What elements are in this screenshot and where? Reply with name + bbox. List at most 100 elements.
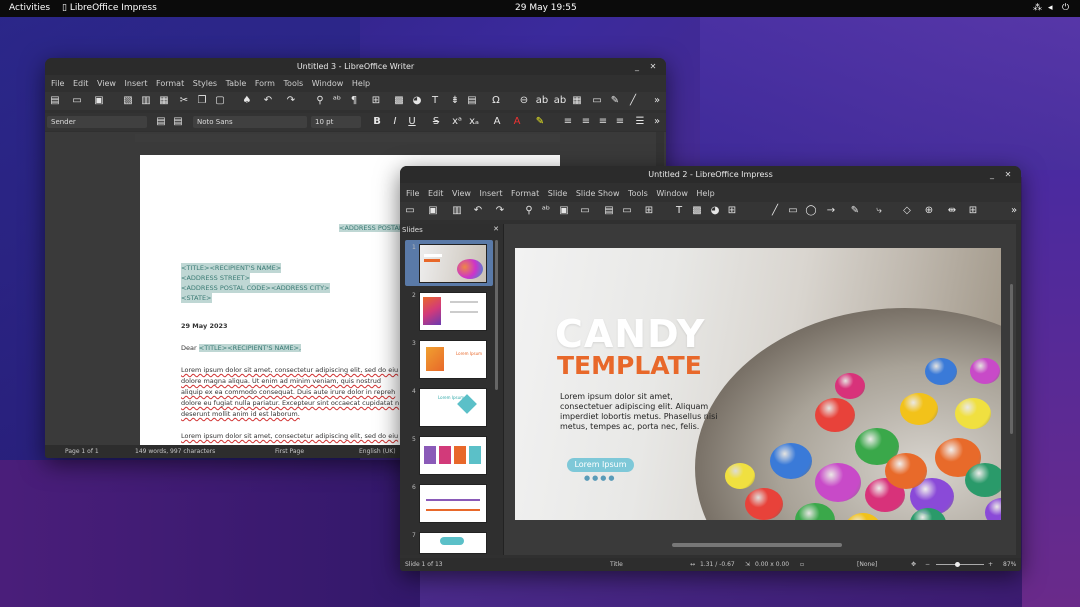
find-replace-icon[interactable]: ⚲ xyxy=(313,94,327,108)
new-document-icon[interactable]: ▤ xyxy=(48,94,62,108)
master-slide-icon[interactable]: ▤ xyxy=(602,204,616,218)
page-break-icon[interactable]: ⇟ xyxy=(448,94,462,108)
slide-thumb-2[interactable] xyxy=(419,292,487,331)
flip-icon[interactable]: ⇹ xyxy=(945,204,959,218)
clone-formatting-icon[interactable]: ♠ xyxy=(240,94,254,108)
page-style[interactable]: First Page xyxy=(275,448,304,455)
start-slideshow-icon[interactable]: ▣ xyxy=(557,204,571,218)
font-size-box[interactable]: 10 pt xyxy=(311,116,361,128)
connector-icon[interactable]: ⤷ xyxy=(872,204,886,218)
comment-icon[interactable]: ▭ xyxy=(590,94,604,108)
copy-icon[interactable]: ❐ xyxy=(195,94,209,108)
zoom-level[interactable]: 87% xyxy=(1003,561,1016,568)
menu-help[interactable]: Help xyxy=(352,77,370,91)
menu-window[interactable]: Window xyxy=(312,77,344,91)
redo-icon[interactable]: ↷ xyxy=(493,204,507,218)
insert-textbox-icon[interactable]: T xyxy=(428,94,442,108)
textbox-icon[interactable]: T xyxy=(672,204,686,218)
app-menu[interactable]: ▯ LibreOffice Impress xyxy=(62,3,157,13)
curve-icon[interactable]: ✎ xyxy=(848,204,862,218)
horizontal-scrollbar[interactable] xyxy=(672,543,842,547)
menu-insert[interactable]: Insert xyxy=(480,187,503,201)
save-icon[interactable]: ▣ xyxy=(92,94,106,108)
zoom-slider[interactable] xyxy=(936,564,984,565)
close-button[interactable]: ✕ xyxy=(646,58,660,75)
menu-tools[interactable]: Tools xyxy=(628,187,648,201)
menu-window[interactable]: Window xyxy=(656,187,688,201)
export-pdf-icon[interactable]: ▧ xyxy=(121,94,135,108)
menu-view[interactable]: View xyxy=(452,187,471,201)
zoom-out-icon[interactable]: − xyxy=(925,561,930,568)
arrow-icon[interactable]: → xyxy=(824,204,838,218)
print-icon[interactable]: ▥ xyxy=(139,94,153,108)
volume-icon[interactable]: ◂ xyxy=(1048,3,1053,13)
menu-form[interactable]: Form xyxy=(255,77,275,91)
table-icon[interactable]: ⊞ xyxy=(642,204,656,218)
insert-image-icon[interactable]: ▩ xyxy=(392,94,406,108)
list-icon[interactable]: ☰ xyxy=(633,115,647,129)
clear-formatting-icon[interactable]: A xyxy=(490,115,504,129)
comment-icon[interactable]: ▭ xyxy=(620,204,634,218)
more-icon[interactable]: » xyxy=(650,115,664,129)
special-character-icon[interactable]: Ω xyxy=(489,94,503,108)
formatting-marks-icon[interactable]: ¶ xyxy=(347,94,361,108)
open-icon[interactable]: ▭ xyxy=(403,204,417,218)
justify-icon[interactable]: ≡ xyxy=(613,115,627,129)
spelling-icon[interactable]: ᵃᵇ xyxy=(330,94,344,108)
highlight-icon[interactable]: ✎ xyxy=(533,115,547,129)
display-views-icon[interactable]: ▭ xyxy=(578,204,592,218)
menu-format[interactable]: Format xyxy=(156,77,184,91)
font-name-box[interactable]: Noto Sans xyxy=(193,116,307,128)
menu-view[interactable]: View xyxy=(97,77,116,91)
find-icon[interactable]: ⚲ xyxy=(522,204,536,218)
strikethrough-icon[interactable]: S xyxy=(429,115,443,129)
update-style-icon[interactable]: ▤ xyxy=(154,115,168,129)
slide-count[interactable]: Slide 1 of 13 xyxy=(405,561,443,568)
insert-table-icon[interactable]: ⊞ xyxy=(725,204,739,218)
bold-icon[interactable]: B xyxy=(370,115,384,129)
print-icon[interactable]: ▥ xyxy=(450,204,464,218)
slide-thumb-5[interactable] xyxy=(419,436,487,475)
hyperlink-icon[interactable]: ⊖ xyxy=(517,94,531,108)
spelling-icon[interactable]: ᵃᵇ xyxy=(539,204,553,218)
slides-scrollbar[interactable] xyxy=(495,240,498,390)
writer-titlebar[interactable]: Untitled 3 - LibreOffice Writer xyxy=(45,58,666,75)
slide-layout[interactable]: Title xyxy=(610,561,623,568)
slide-thumb-1[interactable] xyxy=(419,244,487,283)
cut-icon[interactable]: ✂ xyxy=(177,94,191,108)
undo-icon[interactable]: ↶ xyxy=(261,94,275,108)
menu-styles[interactable]: Styles xyxy=(193,77,217,91)
symbol-shapes-icon[interactable]: ⊕ xyxy=(922,204,936,218)
font-color-icon[interactable]: A xyxy=(510,115,524,129)
bookmark-icon[interactable]: ab xyxy=(553,94,567,108)
ellipse-icon[interactable]: ◯ xyxy=(804,204,818,218)
impress-titlebar[interactable]: Untitled 2 - LibreOffice Impress xyxy=(400,166,1021,183)
align-center-icon[interactable]: ≡ xyxy=(579,115,593,129)
menu-edit[interactable]: Edit xyxy=(428,187,444,201)
slide-thumb-6[interactable] xyxy=(419,484,487,523)
redo-icon[interactable]: ↷ xyxy=(284,94,298,108)
menu-tools[interactable]: Tools xyxy=(284,77,304,91)
insert-line-icon[interactable]: ╱ xyxy=(626,94,640,108)
clock[interactable]: 29 May 19:55 xyxy=(515,3,577,13)
menu-table[interactable]: Table xyxy=(226,77,247,91)
paragraph-style-box[interactable]: Sender xyxy=(47,116,147,128)
italic-icon[interactable]: I xyxy=(388,115,402,129)
network-icon[interactable]: ⁂ xyxy=(1033,3,1042,13)
menu-file[interactable]: File xyxy=(51,77,64,91)
horizontal-ruler[interactable] xyxy=(135,134,560,142)
superscript-icon[interactable]: xᵃ xyxy=(450,115,464,129)
rectangle-icon[interactable]: ▭ xyxy=(786,204,800,218)
image-icon[interactable]: ▩ xyxy=(690,204,704,218)
minimize-button[interactable]: _ xyxy=(630,58,644,75)
menu-format[interactable]: Format xyxy=(511,187,539,201)
open-icon[interactable]: ▭ xyxy=(70,94,84,108)
insert-table-icon[interactable]: ⊞ xyxy=(369,94,383,108)
more-icon[interactable]: » xyxy=(1007,204,1021,218)
close-pane-icon[interactable]: ✕ xyxy=(493,225,499,233)
paste-icon[interactable]: ▢ xyxy=(213,94,227,108)
menu-edit[interactable]: Edit xyxy=(73,77,89,91)
activities-button[interactable]: Activities xyxy=(9,3,50,13)
cross-reference-icon[interactable]: ▦ xyxy=(570,94,584,108)
new-style-icon[interactable]: ▤ xyxy=(171,115,185,129)
